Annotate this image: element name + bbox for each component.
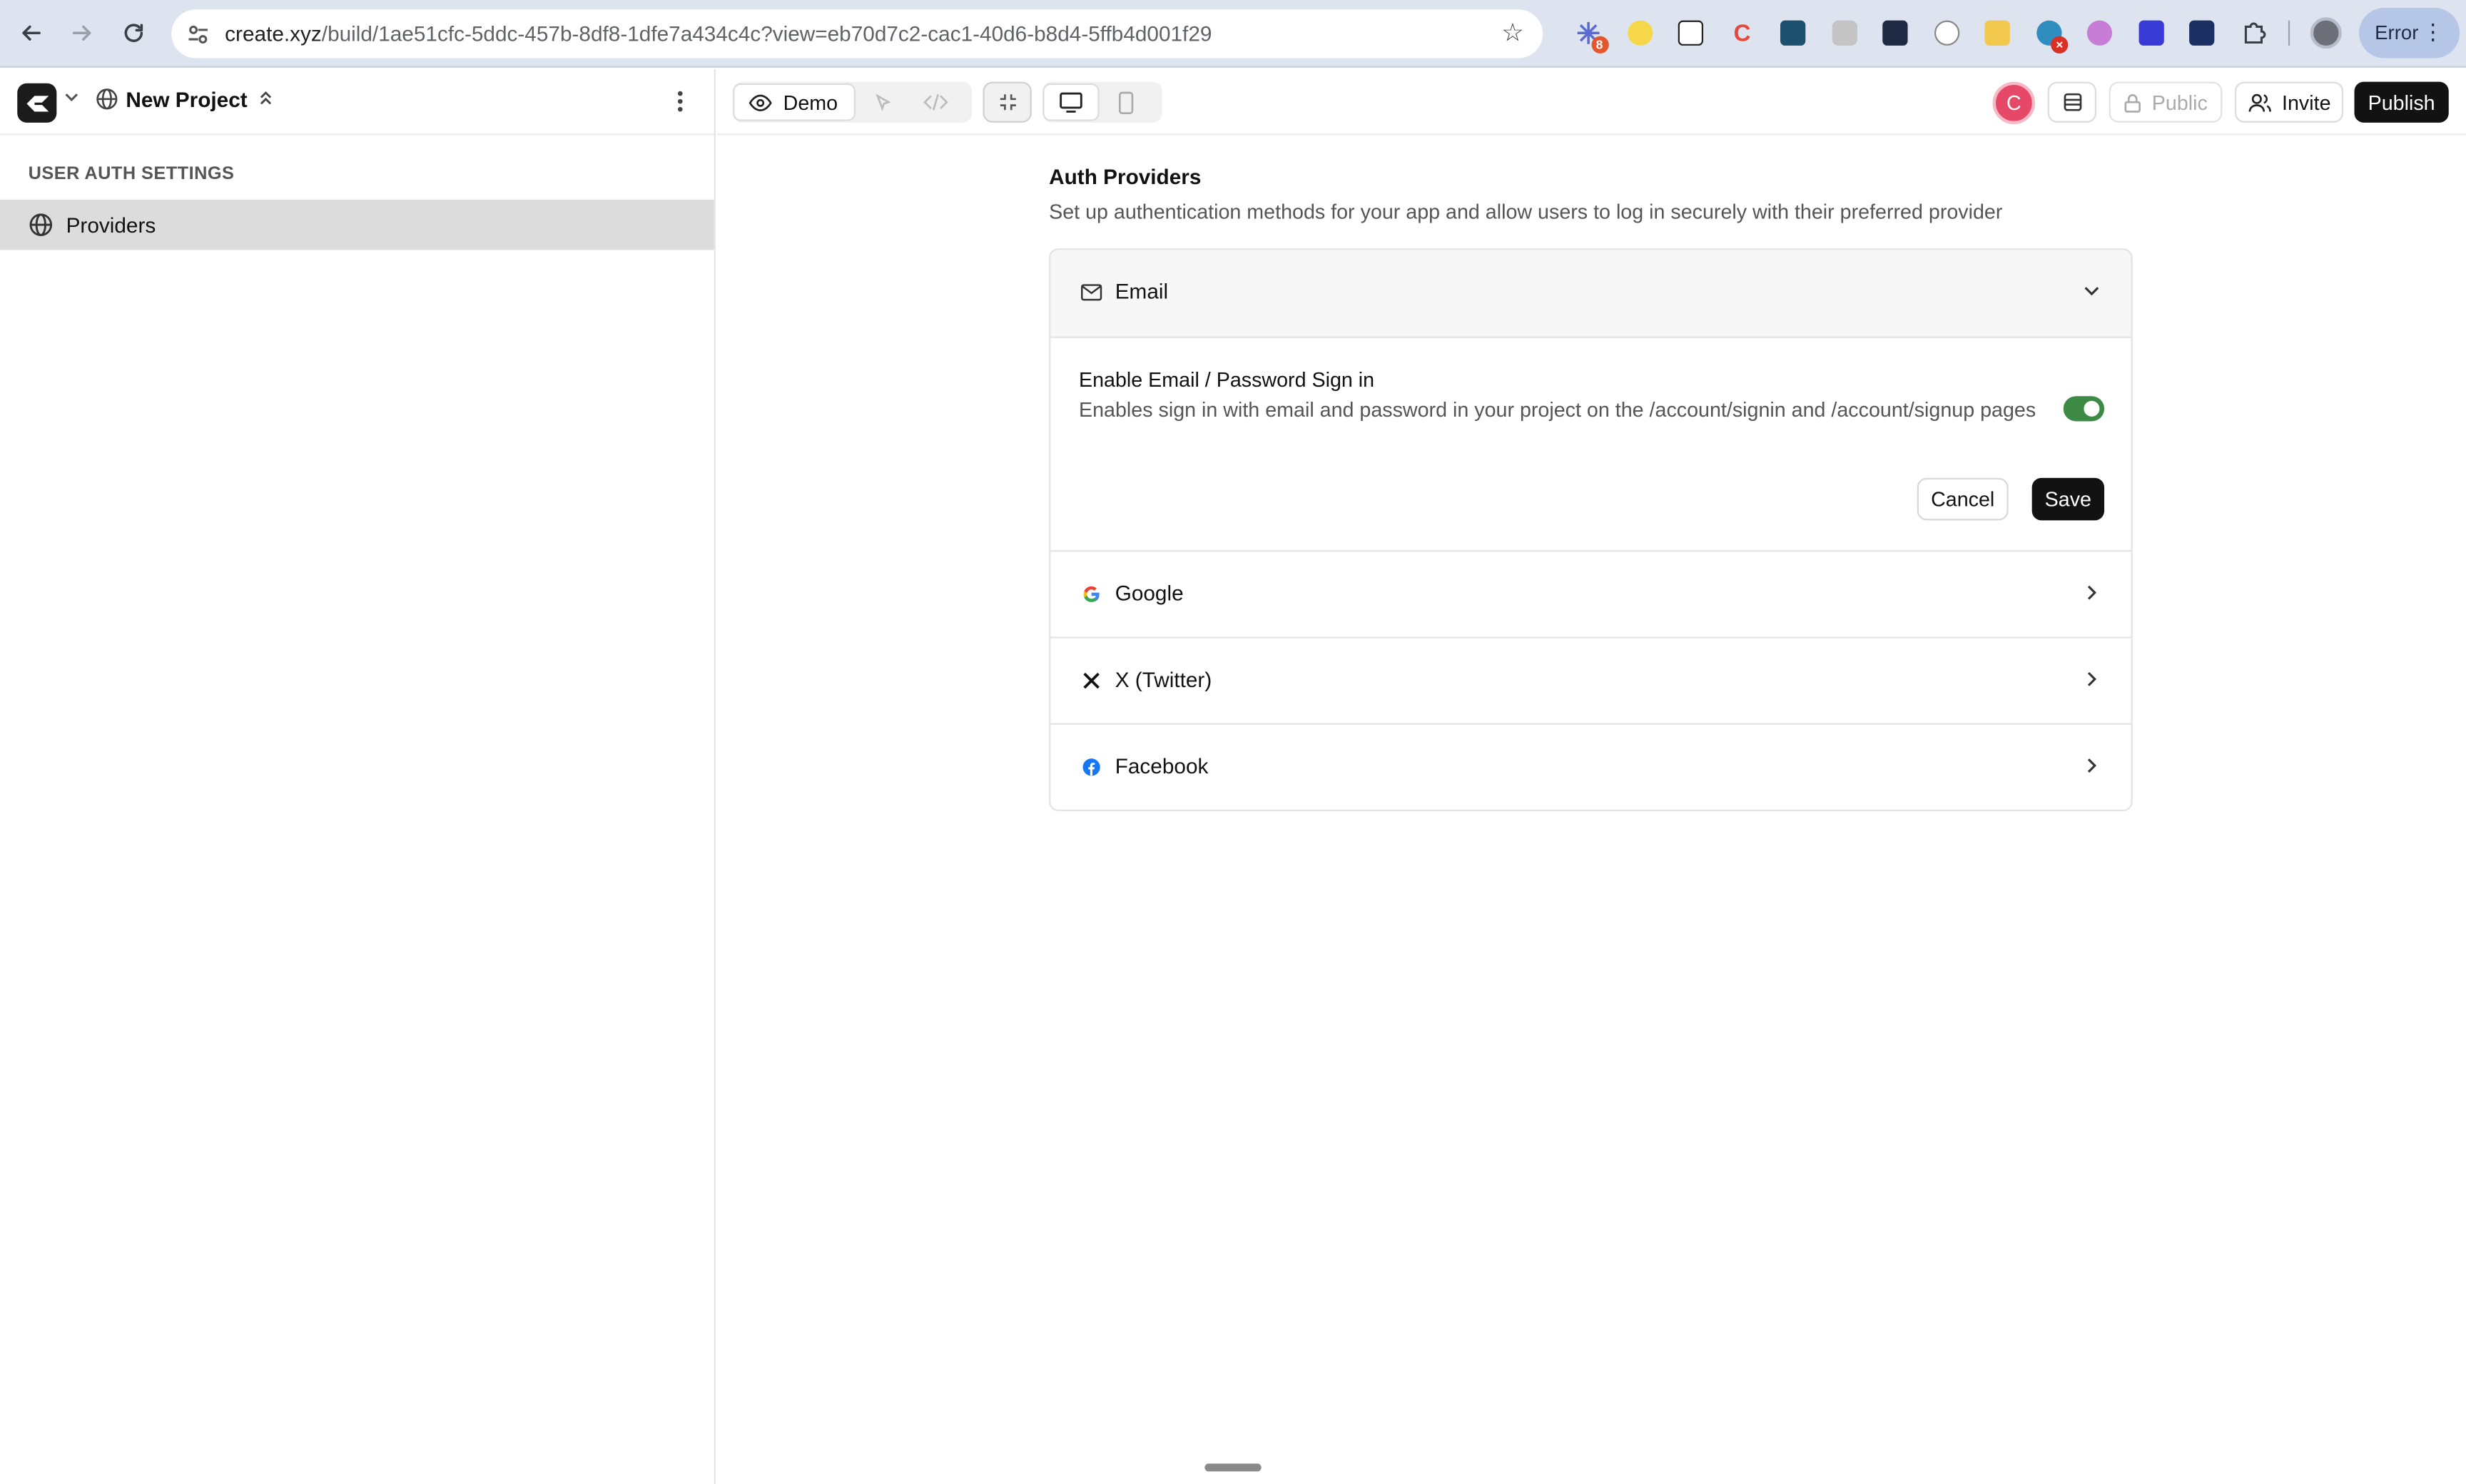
extensions-bar: 8 C × [1563,16,2303,54]
extension-color-icon[interactable] [2074,16,2126,50]
email-signin-toggle[interactable] [2063,396,2105,422]
extension-camera-icon[interactable] [1819,16,1870,50]
site-settings-icon[interactable] [175,21,222,46]
page-title: Auth Providers [1049,165,1202,189]
chevron-down-icon [2084,287,2099,296]
users-icon [2248,93,2271,111]
profile-error-button[interactable]: Error ⋮ [2359,8,2460,59]
page-subtitle: Set up authentication methods for your a… [1049,199,2003,223]
provider-name: Google [1115,581,1184,606]
arrow-right-icon [72,25,91,41]
extension-spark-icon[interactable]: 8 [1563,16,1615,54]
extension-badge: 8 [1590,36,1608,54]
public-label: Public [2151,90,2208,114]
chevrons-up-icon[interactable] [256,88,275,111]
address-bar[interactable]: create.xyz/build/1ae51cfc-5ddc-457b-8df8… [171,9,1543,59]
smartphone-icon [1118,91,1134,113]
email-setting-title: Enable Email / Password Sign in [1079,367,1375,392]
google-icon [1080,583,1102,605]
extension-bolt-icon[interactable] [1614,16,1665,50]
extension-h-icon[interactable] [1767,16,1819,50]
save-button[interactable]: Save [2031,477,2105,521]
provider-row-email[interactable]: Email [1050,250,2131,337]
editor-toolbar: Demo C Public Invite Publish [717,68,2466,136]
provider-row-x[interactable]: X (Twitter) [1050,636,2131,723]
profile-status-label: Error [2375,21,2419,44]
extension-react-icon[interactable] [1870,16,1922,50]
bookmark-star-icon[interactable]: ☆ [1501,17,1524,49]
forward-button[interactable] [61,13,102,54]
browser-toolbar: create.xyz/build/1ae51cfc-5ddc-457b-8df8… [0,0,2466,68]
main-content: Auth Providers Set up authentication met… [717,136,2466,1484]
demo-label: Demo [783,90,838,114]
monitor-icon [1060,92,1082,113]
globe-icon [29,213,53,236]
code-icon [923,93,948,111]
invite-label: Invite [2282,90,2331,114]
select-mode-button[interactable] [855,83,908,121]
eye-icon [749,93,772,111]
logo-icon [26,95,49,111]
toolbar-divider [2288,20,2290,46]
extension-r-icon[interactable] [1972,16,2024,50]
mobile-view-button[interactable] [1100,83,1153,121]
reload-icon [124,24,143,42]
database-icon [2063,93,2081,111]
public-button[interactable]: Public [2109,81,2223,123]
app-logo[interactable] [17,83,57,123]
extension-square-icon[interactable] [2126,16,2177,50]
provider-name: Facebook [1115,754,1209,778]
provider-name: X (Twitter) [1115,668,1212,692]
extensions-puzzle-icon[interactable] [2228,16,2279,50]
chevron-right-icon [2087,671,2097,686]
facebook-icon [1080,756,1102,778]
collapse-view-button[interactable] [983,81,1032,123]
email-setting-description: Enables sign in with email and password … [1079,397,2036,422]
mail-icon [1080,281,1102,303]
resize-handle[interactable] [1204,1463,1262,1472]
email-settings-panel: Enable Email / Password Sign in Enables … [1050,336,2131,551]
lock-icon [2125,93,2141,112]
user-avatar[interactable]: C [1992,81,2036,125]
sidebar-item-label: Providers [66,213,156,237]
x-icon [1080,670,1102,692]
sidebar-header: New Project [0,69,714,136]
kebab-menu-icon[interactable]: ⋮ [2422,19,2444,45]
url-text: create.xyz/build/1ae51cfc-5ddc-457b-8df8… [225,21,1212,46]
profile-avatar[interactable] [2310,17,2342,49]
sidebar: New Project USER AUTH SETTINGS Providers [0,68,716,1484]
sidebar-item-providers[interactable]: Providers [0,199,714,250]
providers-list: Email Enable Email / Password Sign in En… [1049,248,2133,811]
provider-row-google[interactable]: Google [1050,550,2131,637]
back-button[interactable] [11,13,51,54]
code-mode-button[interactable] [908,83,962,121]
desktop-view-button[interactable] [1042,83,1100,121]
project-name[interactable]: New Project [126,88,247,111]
extension-globe-icon[interactable]: × [2024,16,2075,54]
extension-power-icon[interactable] [1921,16,1972,50]
provider-name: Email [1115,280,1169,304]
mode-switcher: Demo [733,81,973,123]
cursor-click-icon [875,93,890,111]
chevron-right-icon [2087,585,2097,600]
extension-fp-icon[interactable] [2176,16,2228,50]
extension-notion-icon[interactable] [1665,16,1717,50]
more-options-icon[interactable] [667,85,692,116]
demo-mode-button[interactable]: Demo [733,83,856,121]
chevron-down-icon[interactable] [63,88,80,110]
chevron-right-icon [2087,758,2097,773]
arrow-left-icon [22,25,41,41]
minimize-icon [999,94,1015,111]
database-button[interactable] [2047,81,2097,123]
cancel-button[interactable]: Cancel [1917,477,2009,521]
invite-button[interactable]: Invite [2235,81,2344,123]
provider-row-facebook[interactable]: Facebook [1050,723,2131,810]
publish-button[interactable]: Publish [2354,81,2449,123]
globe-icon [96,88,118,118]
extension-c-icon[interactable]: C [1717,16,1768,50]
reload-button[interactable] [113,13,154,54]
device-switcher [1042,81,1162,123]
sidebar-section-heading: USER AUTH SETTINGS [28,165,235,184]
